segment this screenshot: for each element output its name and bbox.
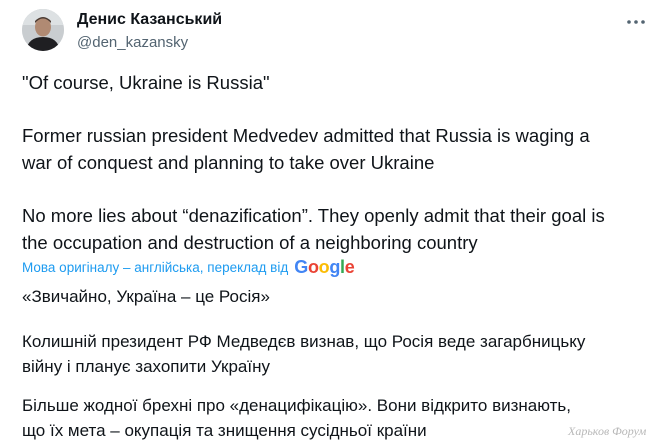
avatar-photo <box>22 9 64 51</box>
translated-paragraph: Колишній президент РФ Медведєв визнав, щ… <box>22 332 586 376</box>
watermark: Харьков Форум <box>568 424 647 438</box>
translation-label[interactable]: Мова оригіналу – англійська, переклад ві… <box>22 260 288 275</box>
tweet-paragraph: "Of course, Ukraine is Russia" <box>22 72 270 93</box>
more-horizontal-icon <box>627 20 645 24</box>
tweet-paragraph: No more lies about “denazification”. The… <box>22 205 605 253</box>
avatar[interactable] <box>22 9 64 51</box>
tweet-paragraph: Former russian president Medvedev admitt… <box>22 125 590 173</box>
translation-attribution: Мова оригіналу – англійська, переклад ві… <box>22 256 355 278</box>
author-name[interactable]: Денис Казанський <box>77 10 222 30</box>
translated-paragraph: Більше жодної брехні про «денацифікацію»… <box>22 396 571 440</box>
tweet: Денис Казанський @den_kazansky "Of cours… <box>0 0 662 445</box>
more-options-button[interactable] <box>620 8 652 36</box>
google-logo[interactable]: Google <box>294 256 355 278</box>
author-handle[interactable]: @den_kazansky <box>77 33 188 53</box>
translated-paragraph: «Звичайно, Україна – це Росія» <box>22 287 270 306</box>
